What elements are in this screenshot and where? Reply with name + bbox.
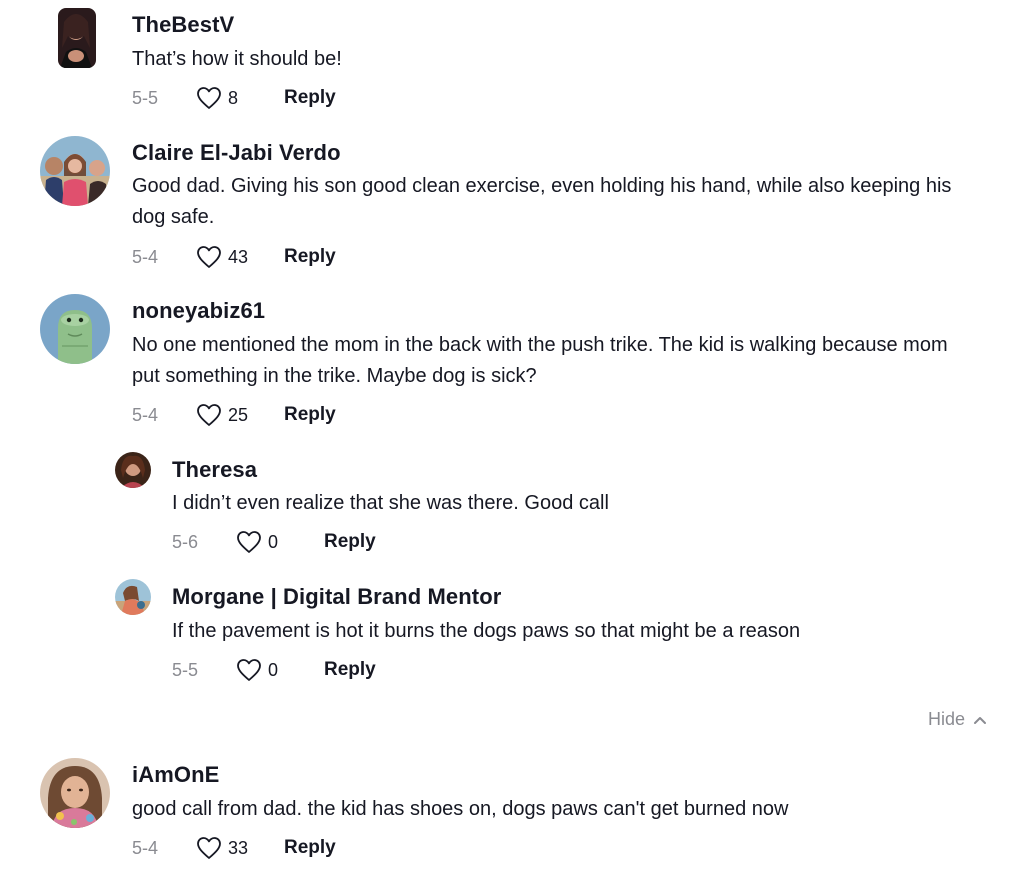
like-button[interactable]: 0	[236, 530, 290, 554]
comment-username[interactable]: iAmOnE	[132, 761, 219, 789]
like-button[interactable]: 0	[236, 658, 290, 682]
comment-text: I didn’t even realize that she was there…	[172, 492, 609, 514]
reply-button[interactable]: Reply	[284, 87, 336, 109]
comment-text: Good dad. Giving his son good clean exer…	[132, 175, 952, 228]
heart-icon	[197, 837, 221, 859]
comment-meta: 5-4 43 Reply	[132, 244, 336, 270]
comment-username[interactable]: TheBestV	[132, 11, 234, 39]
comment-meta: 5-6 0 Reply	[172, 529, 376, 555]
avatar[interactable]	[40, 294, 110, 364]
avatar[interactable]	[115, 452, 151, 488]
comment-username[interactable]: Theresa	[172, 456, 257, 484]
like-count: 0	[268, 659, 279, 680]
hide-label: Hide	[928, 709, 966, 729]
heart-icon	[197, 246, 221, 268]
comment-meta: 5-4 25 Reply	[132, 402, 336, 428]
comment-date: 5-5	[172, 659, 199, 680]
comment-text: That’s how it should be!	[132, 48, 342, 70]
like-count: 33	[228, 837, 249, 858]
avatar[interactable]	[40, 758, 110, 828]
avatar[interactable]	[58, 8, 96, 68]
avatar[interactable]	[40, 136, 110, 206]
heart-icon	[197, 87, 221, 109]
reply-button[interactable]: Reply	[284, 837, 336, 859]
comment-meta: 5-5 0 Reply	[172, 657, 376, 683]
comment-date: 5-5	[132, 87, 159, 108]
comment-text: No one mentioned the mom in the back wit…	[132, 334, 948, 387]
comment-meta: 5-4 33 Reply	[132, 835, 336, 861]
reply-button[interactable]: Reply	[284, 246, 336, 268]
reply-button[interactable]: Reply	[324, 531, 376, 553]
comment-text: If the pavement is hot it burns the dogs…	[172, 620, 801, 642]
heart-icon	[237, 659, 261, 681]
heart-icon	[197, 404, 221, 426]
like-count: 43	[228, 246, 249, 267]
like-button[interactable]: 8	[196, 86, 250, 110]
comment-date: 5-6	[172, 531, 199, 552]
like-count: 25	[228, 404, 249, 425]
like-button[interactable]: 25	[196, 403, 250, 427]
like-count: 0	[268, 531, 279, 552]
comment-date: 5-4	[132, 246, 159, 267]
comment-date: 5-4	[132, 837, 159, 858]
like-button[interactable]: 43	[196, 245, 250, 269]
comment-text: good call from dad. the kid has shoes on…	[132, 798, 789, 820]
reply-button[interactable]: Reply	[284, 404, 336, 426]
hide-replies-button[interactable]: Hide	[928, 709, 987, 730]
reply-button[interactable]: Reply	[324, 659, 376, 681]
chevron-up-icon	[974, 716, 987, 724]
comment-meta: 5-5 8 Reply	[132, 85, 336, 111]
avatar[interactable]	[115, 579, 151, 615]
comment-username[interactable]: Morgane | Digital Brand Mentor	[172, 583, 501, 611]
comment-date: 5-4	[132, 404, 159, 425]
comment-username[interactable]: Claire El-Jabi Verdo	[132, 139, 341, 167]
like-count: 8	[228, 87, 239, 108]
like-button[interactable]: 33	[196, 836, 250, 860]
comment-username[interactable]: noneyabiz61	[132, 297, 265, 325]
heart-icon	[237, 531, 261, 553]
